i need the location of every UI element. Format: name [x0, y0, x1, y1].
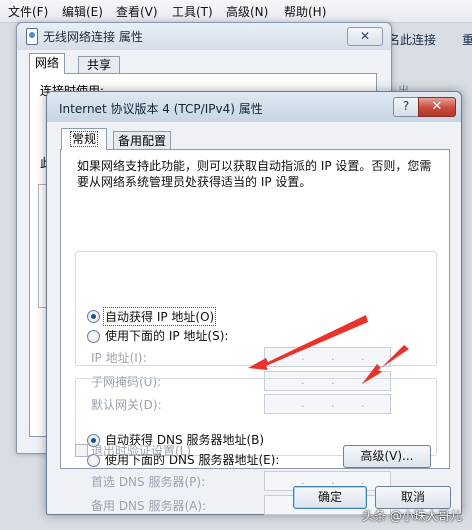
- description-text: 如果网络支持此功能，则可以获取自动指派的 IP 设置。否则，您需要从网络系统管理…: [77, 159, 432, 189]
- menu-help[interactable]: 帮助(H): [284, 3, 326, 20]
- advanced-button[interactable]: 高级(V)...: [343, 445, 431, 468]
- phone-settings-icon: [26, 28, 38, 45]
- tab-general-label: 常规: [69, 131, 98, 147]
- tab-general[interactable]: 常规: [61, 128, 107, 150]
- help-button[interactable]: ?: [393, 97, 419, 117]
- rename-connection-command[interactable]: 名此连接: [388, 31, 436, 48]
- preferred-dns-label: 首选 DNS 服务器(P):: [91, 475, 206, 489]
- close-button[interactable]: ✕: [418, 97, 456, 117]
- wireless-close-button[interactable]: ✕: [347, 27, 383, 46]
- ipv4-dialog-title: Internet 协议版本 4 (TCP/IPv4) 属性: [59, 102, 263, 116]
- watermark: 头条 @小珠大哥儿: [362, 509, 462, 523]
- radio-manual-ip[interactable]: [87, 330, 100, 343]
- menu-advanced[interactable]: 高级(N): [226, 3, 268, 20]
- menu-tools[interactable]: 工具(T): [172, 3, 213, 20]
- tab-network[interactable]: 网络: [29, 53, 65, 74]
- cancel-button[interactable]: 取消: [375, 486, 451, 509]
- general-panel: 如果网络支持此功能，则可以获取自动指派的 IP 设置。否则，您需要从网络系统管理…: [60, 149, 450, 515]
- explorer-menu-bar: 文件(F) 编辑(E) 查看(V) 工具(T) 高级(N) 帮助(H): [0, 0, 472, 23]
- truncated-command[interactable]: 重: [462, 31, 472, 48]
- ipv4-properties-dialog: Internet 协议版本 4 (TCP/IPv4) 属性 ? ✕ 常规 备用配…: [46, 91, 462, 515]
- alternate-dns-label: 备用 DNS 服务器(A):: [91, 499, 207, 513]
- wireless-dialog-titlebar: 无线网络连接 属性 ✕: [17, 23, 391, 50]
- menu-edit[interactable]: 编辑(E): [62, 3, 103, 20]
- ip-address-input[interactable]: ...: [264, 347, 391, 367]
- ok-button[interactable]: 确定: [293, 486, 367, 509]
- wireless-dialog-title: 无线网络连接 属性: [43, 30, 143, 44]
- menu-view[interactable]: 查看(V): [116, 3, 158, 20]
- validate-on-exit-label[interactable]: 退出时验证设置(L): [91, 442, 191, 459]
- ip-address-label: IP 地址(I):: [91, 351, 147, 365]
- menu-file[interactable]: 文件(F): [8, 3, 48, 20]
- tab-alternate-config[interactable]: 备用配置: [113, 131, 171, 150]
- validate-on-exit-checkbox[interactable]: [75, 444, 88, 457]
- ipv4-dialog-titlebar: Internet 协议版本 4 (TCP/IPv4) 属性 ? ✕: [47, 92, 461, 122]
- tab-sharing[interactable]: 共享: [78, 56, 120, 74]
- manual-ip-label[interactable]: 使用下面的 IP 地址(S):: [105, 327, 228, 344]
